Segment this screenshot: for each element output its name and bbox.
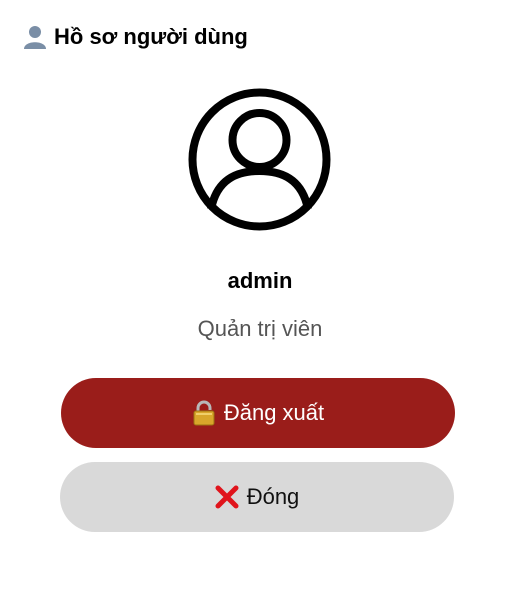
logout-button[interactable]: Đăng xuất bbox=[61, 378, 455, 448]
close-button[interactable]: Đóng bbox=[60, 462, 454, 532]
user-circle-icon bbox=[188, 88, 331, 231]
dialog-title: Hồ sơ người dùng bbox=[54, 24, 248, 49]
user-role: Quản trị viên bbox=[197, 316, 323, 341]
username: admin bbox=[227, 268, 293, 293]
user-bust-icon bbox=[24, 26, 46, 49]
close-label: Đóng bbox=[246, 484, 300, 509]
logout-label: Đăng xuất bbox=[223, 400, 325, 425]
dialog-header: Hồ sơ người dùng bbox=[22, 24, 248, 50]
padlock-icon bbox=[192, 400, 216, 426]
red-cross-icon bbox=[215, 485, 239, 509]
